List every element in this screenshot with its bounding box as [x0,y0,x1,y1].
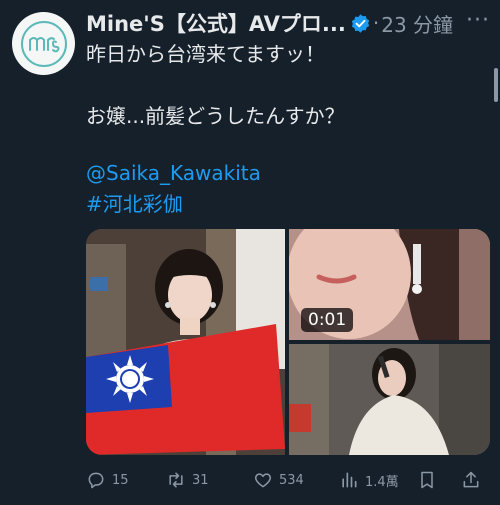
retweet-count: 31 [192,472,209,488]
views-button[interactable]: 1.4萬 [339,470,399,490]
photo-woman-with-flag[interactable] [86,229,285,455]
video-duration-badge: 0:01 [301,308,354,332]
bookmark-button[interactable] [417,470,443,490]
scrollbar[interactable] [494,68,498,102]
retweet-button[interactable]: 31 [166,470,209,490]
reply-count: 15 [112,472,129,488]
retweet-icon [169,472,183,488]
views-icon [342,472,357,488]
like-count: 534 [279,472,304,488]
verified-badge-icon [350,13,371,34]
like-button[interactable]: 534 [253,470,304,490]
hashtag-link[interactable]: #河北彩伽 [86,190,183,218]
share-button[interactable] [461,470,487,490]
more-options-icon[interactable]: ··· [466,8,490,33]
tweet-text-line: 昨日から台湾来てますッ！ [86,42,325,66]
tweet-actions: 15 31 534 1.4萬 [86,468,490,492]
mines-logo [20,20,67,67]
share-icon [463,471,479,488]
tweet-header: Mine'S【公式】AVプロ... · 23 分鐘 [86,8,490,38]
like-icon [254,473,272,488]
reply-button[interactable]: 15 [86,470,129,490]
bookmark-icon [421,471,433,489]
video-closeup[interactable]: 0:01 [289,229,490,340]
separator-dot: · [372,11,380,35]
photo-woman-phone[interactable] [289,344,490,455]
tweet-timestamp[interactable]: 23 分鐘 [381,9,453,38]
avatar[interactable] [12,12,75,75]
media-grid: 0:01 [86,229,490,455]
tweet-text-line: お嬢...前髪どうしたんすか？ [86,104,345,128]
mention-link[interactable]: @Saika_Kawakita [86,159,261,187]
views-count: 1.4萬 [365,474,399,490]
reply-icon [88,472,104,489]
author-name[interactable]: Mine'S【公式】AVプロ... [86,8,346,38]
